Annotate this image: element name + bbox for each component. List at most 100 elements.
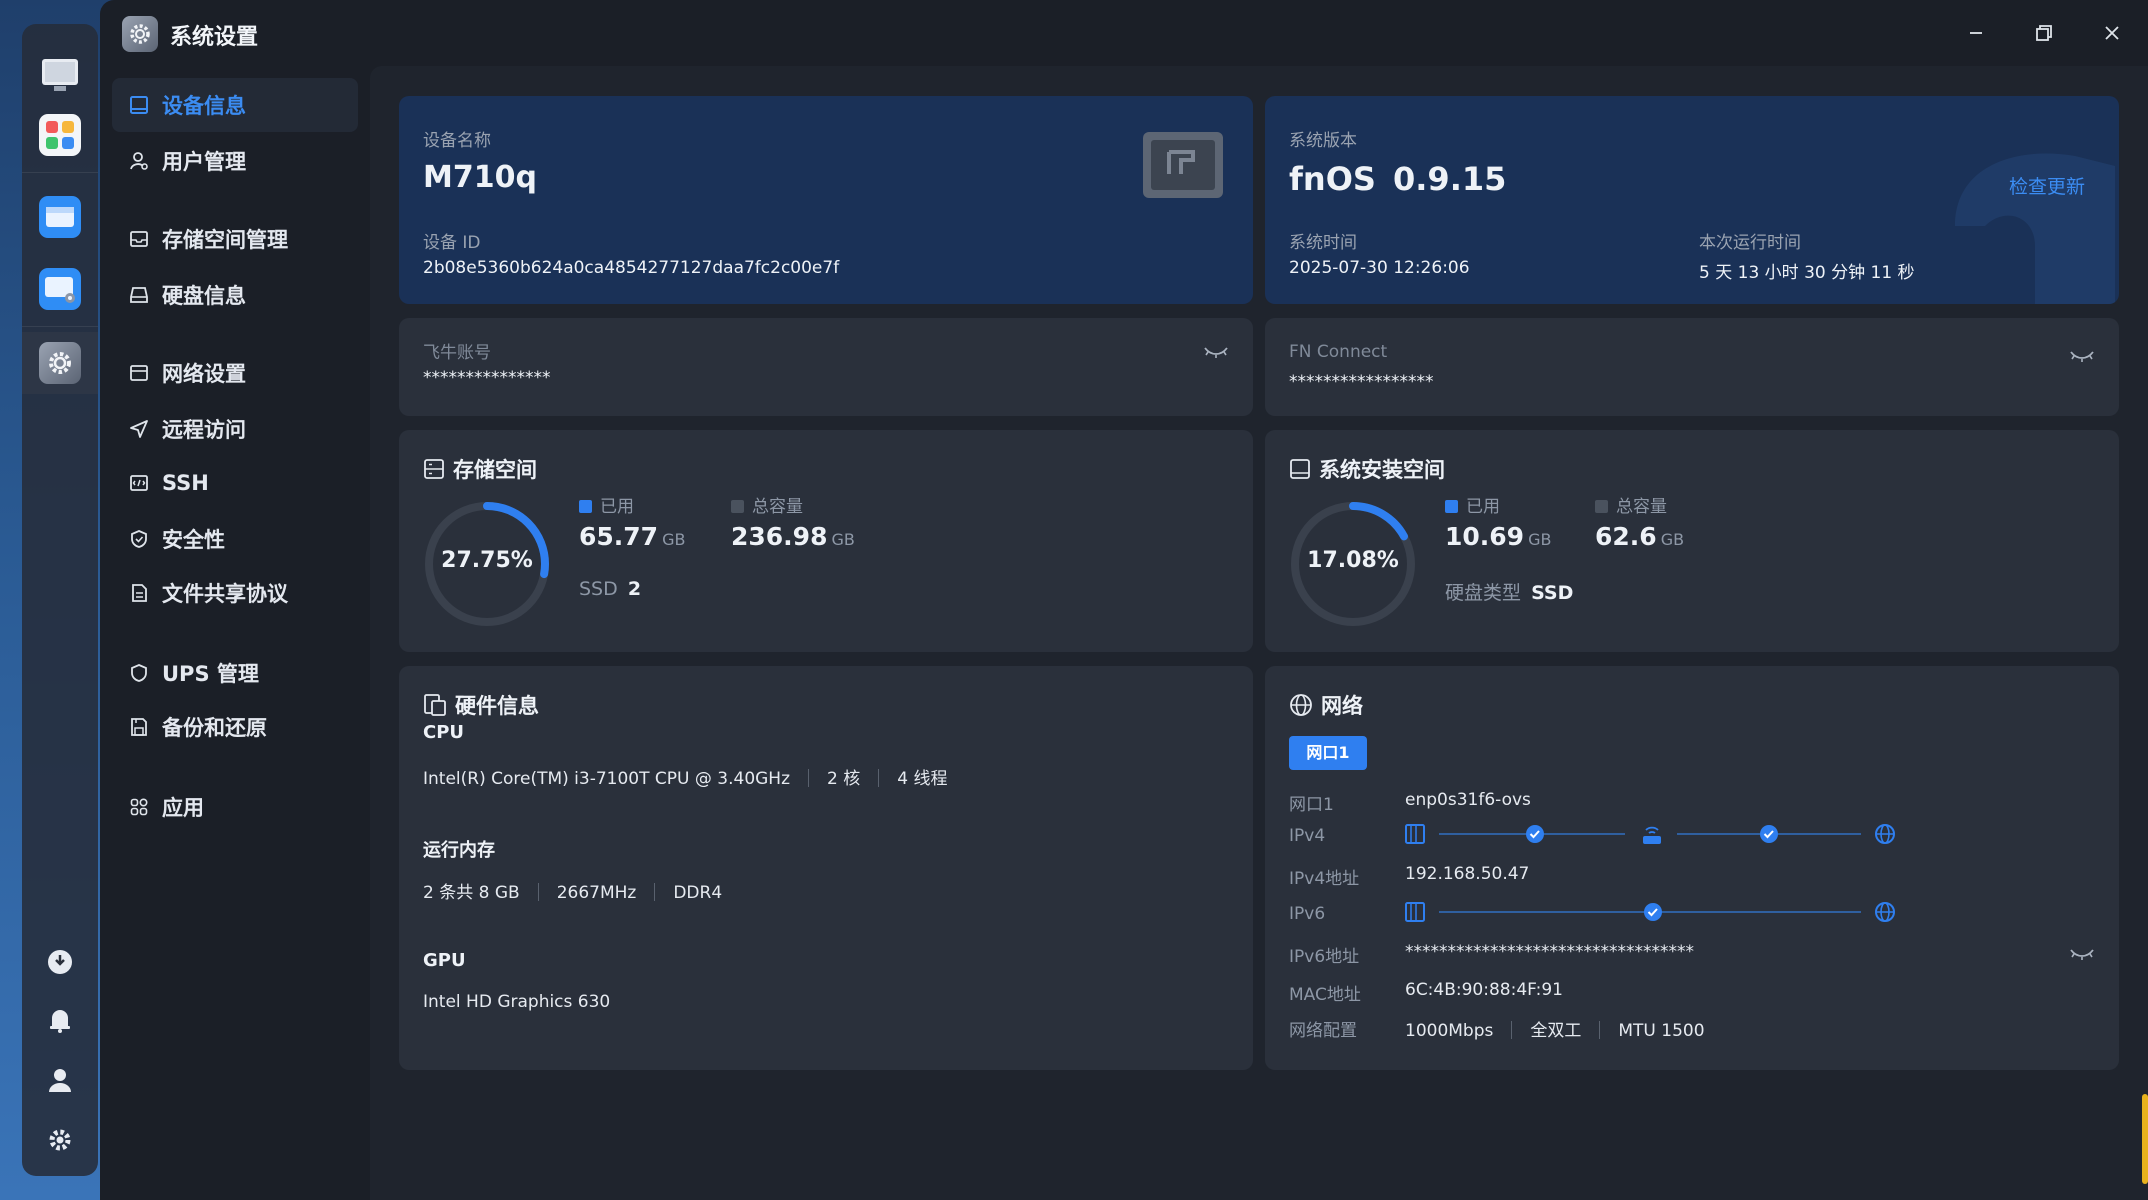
memory-frequency: 2667MHz <box>556 883 637 903</box>
gear-icon <box>49 352 71 374</box>
sidebar-item-apps[interactable]: 应用 <box>112 780 358 834</box>
network-title: 网络 <box>1289 690 1363 720</box>
maximize-button[interactable] <box>2024 14 2064 52</box>
dock-system-settings[interactable] <box>39 342 81 384</box>
dock-file-manager-settings[interactable] <box>39 268 81 310</box>
dock-notification-button[interactable] <box>46 1006 74 1034</box>
mtu-value: MTU 1500 <box>1618 1021 1705 1041</box>
network-tab-port1[interactable]: 网口1 <box>1289 736 1367 770</box>
feiniu-account-card: 飞牛账号 *************** <box>399 318 1253 416</box>
separator <box>808 769 810 787</box>
separator <box>537 883 539 901</box>
shield-icon <box>126 660 152 686</box>
storage-ssd-row: SSD 2 <box>579 578 641 600</box>
cpu-row: Intel(R) Core(TM) i3-7100T CPU @ 3.40GHz… <box>423 764 947 789</box>
cpu-label: CPU <box>423 722 465 743</box>
scrollbar-thumb[interactable] <box>2142 1094 2148 1184</box>
storage-percent: 27.75% <box>441 548 533 573</box>
dock-user-button[interactable] <box>46 1066 74 1094</box>
memory-type: DDR4 <box>673 883 723 903</box>
eye-hidden-icon[interactable] <box>2069 946 2095 962</box>
disk-type-value: SSD <box>1531 582 1574 604</box>
sidebar-item-label: 文件共享协议 <box>162 582 288 606</box>
system-used-unit: GB <box>1528 530 1552 549</box>
hardware-card: 硬件信息 CPU Intel(R) Core(TM) i3-7100T CPU … <box>399 666 1253 1070</box>
network-config-row: 1000Mbps 全双工 MTU 1500 <box>1405 1016 1705 1041</box>
gear-icon <box>130 24 150 44</box>
app-grid-icon <box>46 121 74 149</box>
sidebar-item-storage-management[interactable]: 存储空间管理 <box>112 212 358 266</box>
used-swatch <box>1445 500 1458 513</box>
sidebar-item-label: 备份和还原 <box>162 716 267 740</box>
close-icon <box>2105 26 2119 40</box>
dock-file-manager[interactable] <box>39 196 81 238</box>
separator <box>1599 1021 1601 1039</box>
feiniu-account-value: *************** <box>423 368 551 388</box>
disk-icon <box>1290 459 1310 479</box>
eye-hidden-icon[interactable] <box>2069 348 2095 364</box>
dock-update-button[interactable] <box>46 948 74 976</box>
dock-app-center[interactable] <box>39 114 81 156</box>
nas-node-icon <box>1405 824 1425 844</box>
send-icon <box>126 416 152 442</box>
storage-icon <box>126 226 152 252</box>
ipv4-topology <box>1405 824 1895 844</box>
hardware-title: 硬件信息 <box>423 690 539 720</box>
system-used-legend: 已用 <box>1445 492 1500 517</box>
check-update-link[interactable]: 检查更新 <box>2009 172 2085 199</box>
gpu-model: Intel HD Graphics 630 <box>423 992 611 1012</box>
sidebar-item-backup[interactable]: 备份和还原 <box>112 700 358 754</box>
sidebar-item-disk-info[interactable]: 硬盘信息 <box>112 268 358 322</box>
system-time-label: 系统时间 <box>1289 233 1357 253</box>
ipv6-topology <box>1405 902 1895 922</box>
ipv4-address-label: IPv4地址 <box>1289 869 1360 889</box>
storage-card: 存储空间 27.75% 已用 65.77 GB 总容量 236.98 GB SSD … <box>399 430 1253 652</box>
minimize-icon <box>1970 32 1982 34</box>
update-icon <box>48 950 72 974</box>
sidebar-item-label: 网络设置 <box>162 362 246 386</box>
dock <box>22 24 98 1176</box>
total-swatch <box>731 500 744 513</box>
sidebar-item-network-settings[interactable]: 网络设置 <box>112 346 358 400</box>
system-version-card: 系统版本 fnOS 0.9.15 检查更新 系统时间 2025-07-30 12… <box>1265 96 2119 304</box>
separator <box>878 769 880 787</box>
sidebar-item-ssh[interactable]: SSH <box>112 456 358 510</box>
port-label: 网口1 <box>1289 795 1334 815</box>
dock-desktop-app[interactable] <box>39 54 81 96</box>
fn-connect-card: FN Connect ***************** <box>1265 318 2119 416</box>
disk-type-label: 硬盘类型 <box>1445 582 1522 604</box>
eye-hidden-icon[interactable] <box>1203 344 1229 360</box>
feiniu-account-label: 飞牛账号 <box>423 343 491 363</box>
sidebar-item-remote-access[interactable]: 远程访问 <box>112 402 358 456</box>
system-space-title: 系统安装空间 <box>1289 454 1445 484</box>
bell-icon <box>50 1010 70 1033</box>
gear-icon <box>49 1129 71 1151</box>
minimize-button[interactable] <box>1956 14 1996 52</box>
uptime-value: 5 天 13 小时 30 分钟 11 秒 <box>1699 263 1915 283</box>
storage-ssd-label: SSD <box>579 578 618 600</box>
duplex-mode: 全双工 <box>1530 1021 1582 1041</box>
settings-window: 系统设置 设备信息 用户管理 存储空间管理 硬盘信息 网络设置 远程访问 SSH… <box>100 0 2148 1200</box>
settings-sidebar: 设备信息 用户管理 存储空间管理 硬盘信息 网络设置 远程访问 SSH 安全性 <box>100 66 368 1200</box>
main-content: 设备名称 M710q 设备 ID 2b08e5360b624a0ca485427… <box>370 66 2148 1200</box>
sidebar-item-label: 用户管理 <box>162 150 246 174</box>
system-used-value: 10.69 <box>1445 522 1525 551</box>
close-button[interactable] <box>2092 14 2132 52</box>
sidebar-item-device-info[interactable]: 设备信息 <box>112 78 358 132</box>
sidebar-item-security[interactable]: 安全性 <box>112 512 358 566</box>
storage-total-value: 236.98 <box>731 522 828 551</box>
dock-settings-button[interactable] <box>46 1126 74 1154</box>
sidebar-item-user-management[interactable]: 用户管理 <box>112 134 358 188</box>
sidebar-item-file-sharing[interactable]: 文件共享协议 <box>112 566 358 620</box>
sidebar-item-ups[interactable]: UPS 管理 <box>112 646 358 700</box>
title-bar[interactable]: 系统设置 <box>100 0 2148 66</box>
cpu-threads: 4 线程 <box>897 769 948 789</box>
separator <box>1511 1021 1513 1039</box>
storage-title-text: 存储空间 <box>453 458 537 482</box>
internet-globe-icon <box>1875 902 1895 922</box>
mac-address-label: MAC地址 <box>1289 985 1361 1005</box>
system-time: 2025-07-30 12:26:06 <box>1289 258 1470 278</box>
sidebar-item-label: 硬盘信息 <box>162 284 246 308</box>
storage-ssd-count: 2 <box>627 578 642 600</box>
system-version-label: 系统版本 <box>1289 131 1357 151</box>
